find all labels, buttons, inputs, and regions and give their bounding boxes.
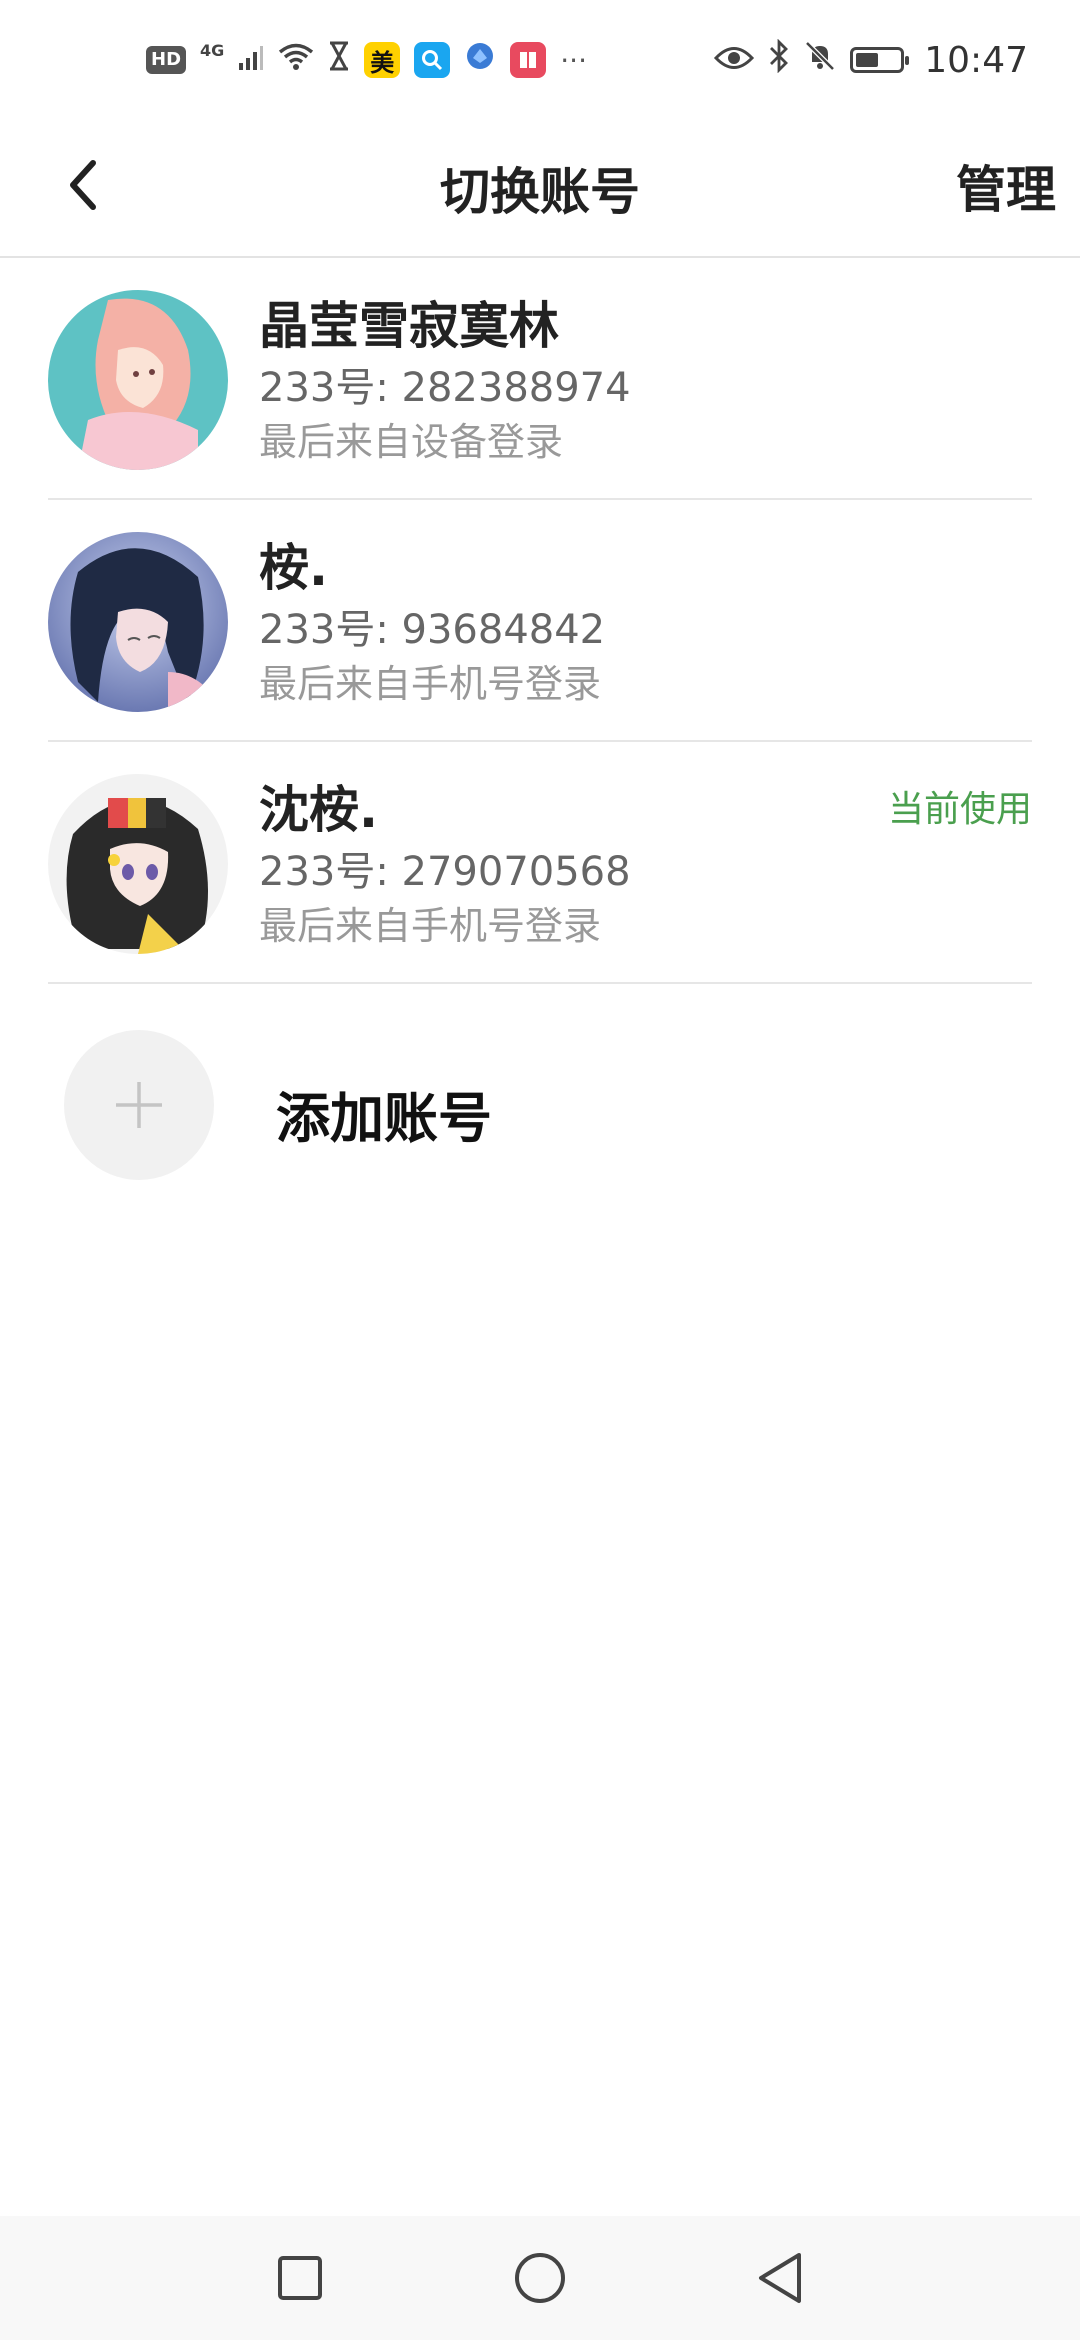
account-name: 晶莹雪寂寞林: [259, 297, 559, 355]
account-login-source: 最后来自设备登录: [259, 420, 564, 464]
account-login-source: 最后来自手机号登录: [259, 904, 602, 948]
system-back-button[interactable]: [750, 2248, 810, 2308]
account-name: 沈桉.: [259, 781, 378, 839]
clock: 10:47: [924, 39, 1028, 81]
app-header: 切换账号 管理: [0, 120, 1080, 258]
home-button[interactable]: [510, 2248, 570, 2308]
account-id: 233号: 93684842: [259, 607, 606, 653]
plus-icon: [116, 1082, 162, 1128]
add-account-circle: [64, 1030, 214, 1180]
recents-button[interactable]: [270, 2248, 330, 2308]
avatar: [48, 532, 228, 712]
search-app-icon: [414, 42, 451, 78]
more-notifications: ···: [560, 43, 587, 77]
hd-badge: HD: [146, 46, 187, 74]
hourglass-icon: [328, 40, 350, 80]
current-account-badge: 当前使用: [887, 789, 1032, 830]
bluetooth-icon: [768, 38, 790, 82]
status-bar: HD 4G 美 ··· 10:47: [0, 0, 1080, 120]
account-id: 233号: 279070568: [259, 849, 631, 895]
book-icon: [510, 42, 547, 78]
account-login-source: 最后来自手机号登录: [259, 662, 602, 706]
signal-icon: [238, 40, 264, 80]
account-item-3[interactable]: 沈桉. 233号: 279070568 最后来自手机号登录 当前使用: [48, 742, 1032, 984]
meituan-icon: 美: [364, 42, 401, 78]
account-info: 桉. 233号: 93684842 最后来自手机号登录: [259, 536, 605, 710]
page-title: 切换账号: [440, 163, 640, 221]
battery-icon: [850, 47, 910, 73]
avatar: [48, 290, 228, 470]
back-triangle-icon: [759, 2253, 801, 2303]
account-list: 晶莹雪寂寞林 233号: 282388974 最后来自设备登录 桉. 233号:…: [0, 258, 1080, 984]
manage-button[interactable]: 管理: [956, 150, 1056, 222]
account-name: 桉.: [259, 539, 328, 597]
account-info: 沈桉. 233号: 279070568 最后来自手机号登录: [259, 778, 631, 952]
add-account-label: 添加账号: [276, 1087, 492, 1150]
avatar: [48, 774, 228, 954]
account-info: 晶莹雪寂寞林 233号: 282388974 最后来自设备登录: [259, 294, 631, 468]
home-circle-icon: [515, 2253, 565, 2303]
status-right: 10:47: [714, 38, 1028, 82]
wifi-icon: [278, 40, 314, 80]
add-account-button[interactable]: 添加账号: [64, 1030, 1014, 1180]
network-type: 4G: [200, 40, 225, 60]
bell-muted-icon: [804, 40, 836, 81]
browser-icon: [464, 40, 496, 81]
recents-square-icon: [278, 2256, 322, 2300]
eye-icon: [714, 40, 755, 80]
system-nav-bar: [0, 2216, 1080, 2340]
account-item-2[interactable]: 桉. 233号: 93684842 最后来自手机号登录: [48, 500, 1032, 742]
account-item-1[interactable]: 晶莹雪寂寞林 233号: 282388974 最后来自设备登录: [48, 258, 1032, 500]
status-left: HD 4G 美 ···: [146, 40, 587, 81]
switch-account-screen: HD 4G 美 ··· 10:47 切换账号 管理 晶莹雪寂寞林 233号: 2…: [0, 0, 1080, 2340]
account-id: 233号: 282388974: [259, 365, 631, 411]
